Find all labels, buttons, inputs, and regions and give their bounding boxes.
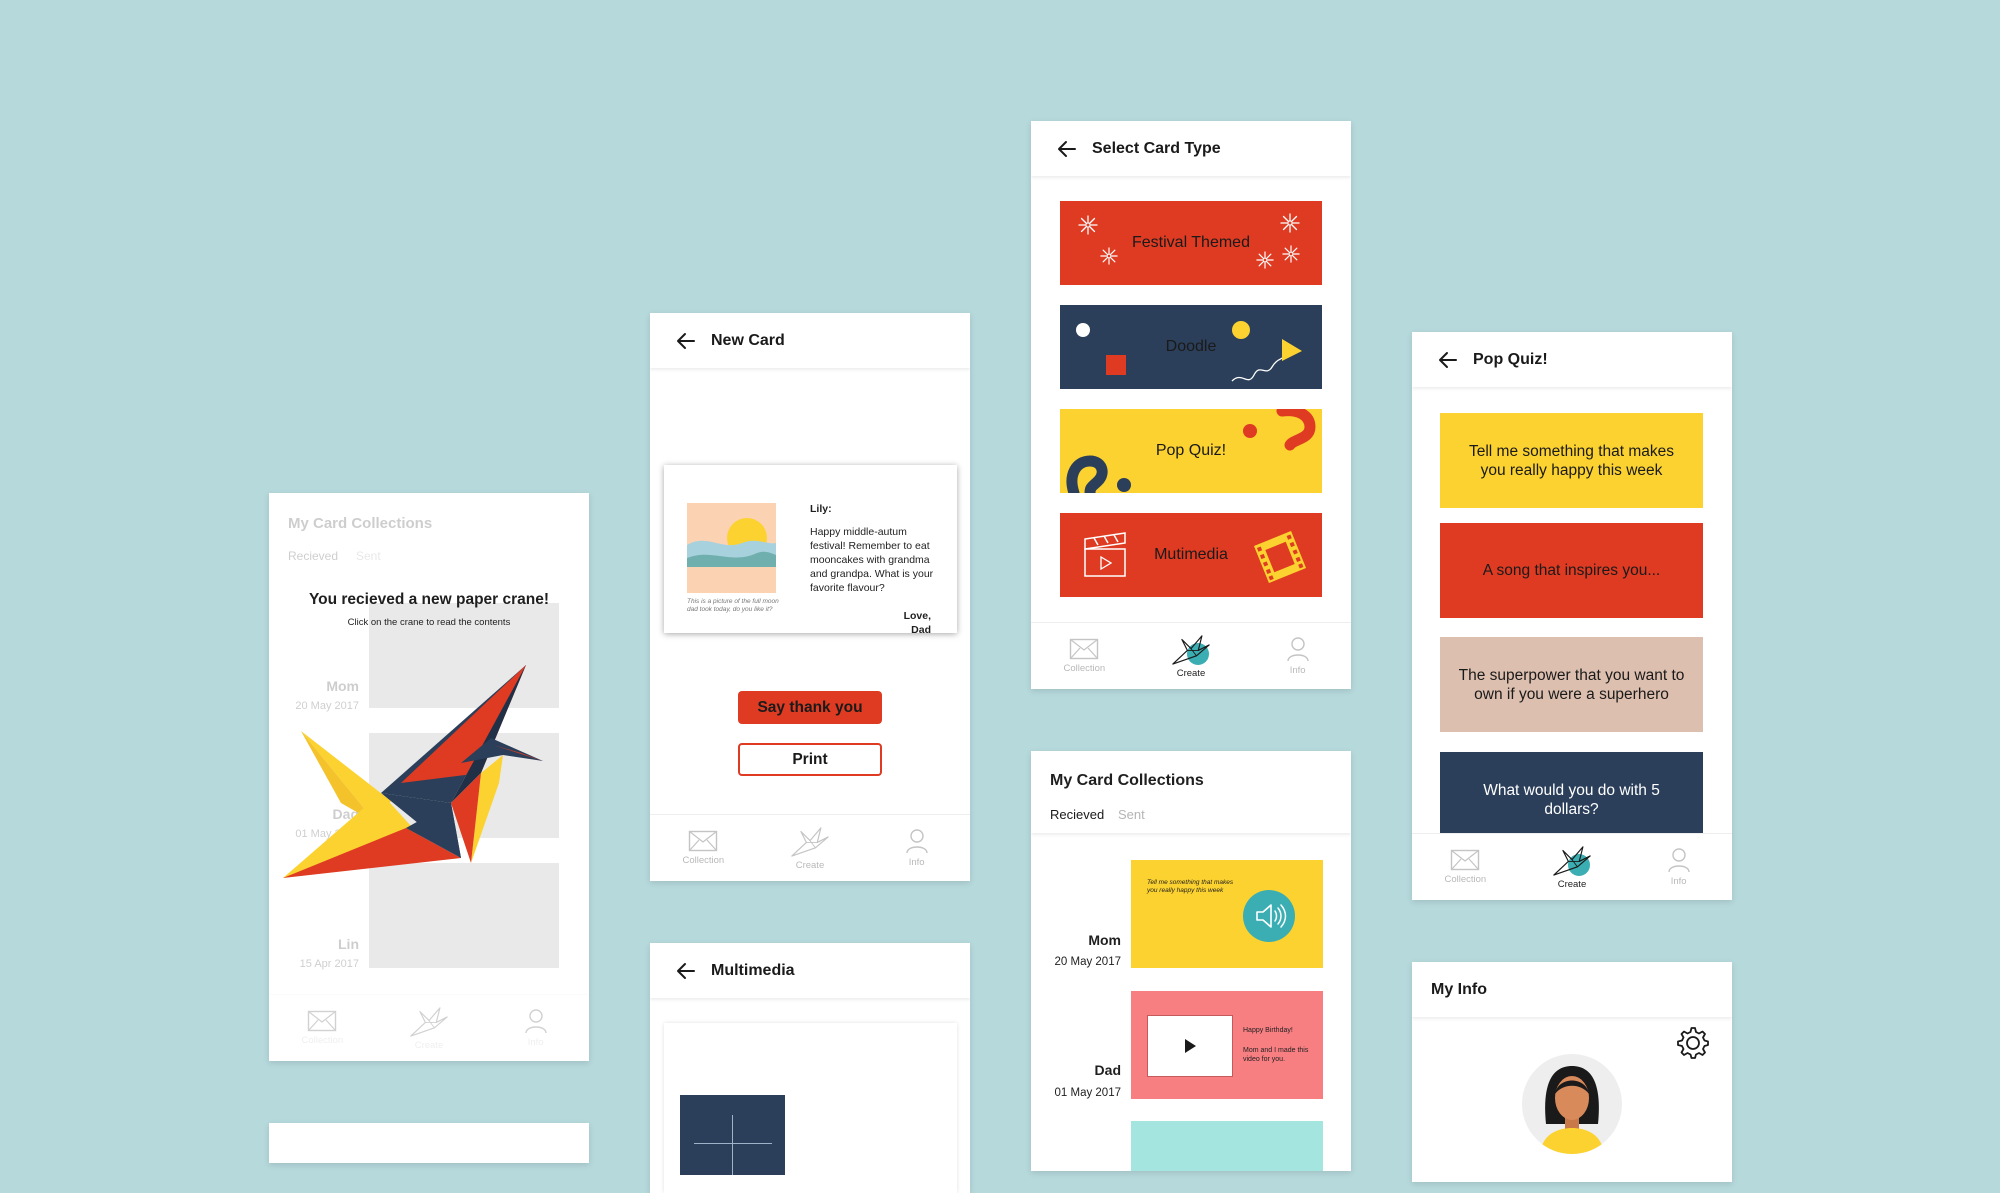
page-title: My Card Collections [1050, 772, 1204, 789]
quiz-question-1[interactable]: Tell me something that makes you really … [1440, 413, 1703, 508]
nav-collection[interactable]: Collection [1044, 638, 1124, 674]
entry-date-dad: 01 May 2017 [1054, 1087, 1122, 1099]
page-title: Select Card Type [1092, 139, 1221, 157]
nav-create[interactable]: Create [1151, 634, 1231, 679]
tab-sent[interactable]: Sent [356, 549, 381, 563]
tab-received[interactable]: Recieved [288, 549, 338, 563]
partial-screen-bottom-left [269, 1123, 589, 1163]
back-arrow-icon[interactable] [675, 330, 697, 352]
card-type-pop-quiz[interactable]: Pop Quiz! [1060, 409, 1322, 493]
nav-info[interactable]: Info [1639, 847, 1719, 887]
bottom-nav: Collection Create Info [269, 994, 589, 1061]
nav-create[interactable]: Create [389, 1006, 469, 1051]
say-thank-you-button[interactable]: Say thank you [738, 691, 882, 724]
message-signoff: Love, [903, 610, 931, 622]
back-arrow-icon[interactable] [1056, 138, 1078, 160]
page-title: My Info [1431, 980, 1487, 998]
multimedia-screen: Multimedia [650, 943, 970, 1193]
message-greeting: Lily: [810, 503, 832, 515]
back-arrow-icon[interactable] [675, 960, 697, 982]
video-player[interactable] [1147, 1015, 1233, 1077]
new-card-screen: New Card This is a picture of the full m… [650, 313, 970, 881]
message-body: Happy middle-autum festival! Remember to… [810, 526, 934, 594]
media-canvas [664, 1023, 957, 1193]
paper-crane-illustration[interactable] [281, 653, 581, 893]
header: Pop Quiz! [1412, 332, 1732, 387]
gear-icon[interactable] [1676, 1026, 1710, 1060]
card-preview[interactable]: This is a picture of the full moon dad t… [664, 465, 957, 636]
print-button[interactable]: Print [738, 743, 882, 776]
nav-collection[interactable]: Collection [1425, 849, 1505, 885]
entry-date-lin: 15 Apr 2017 [299, 958, 359, 970]
entry-name-dad: Dad [1094, 1062, 1121, 1078]
page-title: Multimedia [711, 961, 795, 979]
nav-create[interactable]: Create [1532, 845, 1612, 890]
thumbnail-title: Happy Birthday! [1243, 1027, 1293, 1034]
clapperboard-icon [1084, 532, 1126, 577]
media-placeholder[interactable] [680, 1095, 785, 1175]
speaker-icon[interactable] [1243, 890, 1295, 942]
avatar[interactable] [1522, 1054, 1622, 1154]
quiz-question-3[interactable]: The superpower that you want to own if y… [1440, 637, 1703, 732]
card-type-multimedia[interactable]: Mutimedia [1060, 513, 1322, 597]
select-card-type-screen: Select Card Type Festival Themed Doodle … [1031, 121, 1351, 689]
film-strip-icon [1253, 531, 1307, 583]
my-info-screen: My Info [1412, 962, 1732, 1182]
tab-sent[interactable]: Sent [1118, 807, 1145, 822]
bottom-nav: Collection Create Info [1031, 622, 1351, 689]
bottom-nav: Collection Create Info [650, 814, 970, 881]
thumbnail-text: Tell me something that makes you really … [1147, 879, 1234, 894]
nav-info[interactable]: Info [1258, 636, 1338, 676]
nav-create[interactable]: Create [770, 826, 850, 871]
page-title: New Card [711, 331, 785, 349]
received-crane-screen: My Card Collections Recieved Sent Mom 20… [269, 493, 589, 1061]
header: New Card [650, 313, 970, 368]
moon-photo [687, 503, 776, 593]
card-thumbnail-mom[interactable]: Tell me something that makes you really … [1131, 860, 1323, 968]
nav-collection[interactable]: Collection [282, 1010, 362, 1046]
photo-caption: This is a picture of the full moon dad t… [687, 598, 779, 613]
message-sender: Dad [911, 624, 931, 636]
bottom-nav: Collection Create Info [1412, 833, 1732, 900]
card-type-festival-themed[interactable]: Festival Themed [1060, 201, 1322, 285]
nav-info[interactable]: Info [877, 828, 957, 868]
entry-date-mom: 20 May 2017 [1054, 956, 1122, 968]
new-crane-subline: Click on the crane to read the contents [347, 617, 511, 628]
thumbnail-subtext: Mom and I made this video for you. [1243, 1047, 1309, 1063]
nav-info[interactable]: Info [496, 1008, 576, 1048]
tab-received[interactable]: Recieved [1050, 807, 1104, 822]
quiz-question-2[interactable]: A song that inspires you... [1440, 523, 1703, 618]
nav-collection[interactable]: Collection [663, 830, 743, 866]
header: My Card Collections Recieved Sent [1031, 751, 1351, 833]
pop-quiz-screen: Pop Quiz! Tell me something that makes y… [1412, 332, 1732, 900]
card-thumbnail-next[interactable] [1131, 1121, 1323, 1171]
card-collections-screen: My Card Collections Recieved Sent Mom 20… [1031, 751, 1351, 1171]
card-type-doodle[interactable]: Doodle [1060, 305, 1322, 389]
page-title: Pop Quiz! [1473, 350, 1548, 368]
card-thumbnail-dad[interactable]: Happy Birthday! Mom and I made this vide… [1131, 991, 1323, 1099]
new-crane-headline: You recieved a new paper crane! [308, 591, 550, 608]
entry-name-mom: Mom [1088, 932, 1121, 948]
back-arrow-icon[interactable] [1437, 349, 1459, 371]
page-title: My Card Collections [288, 515, 433, 532]
header: Select Card Type [1031, 121, 1351, 176]
header: My Info [1412, 962, 1732, 1017]
play-icon [1185, 1039, 1196, 1053]
header: Multimedia [650, 943, 970, 998]
entry-name-lin: Lin [338, 936, 359, 952]
